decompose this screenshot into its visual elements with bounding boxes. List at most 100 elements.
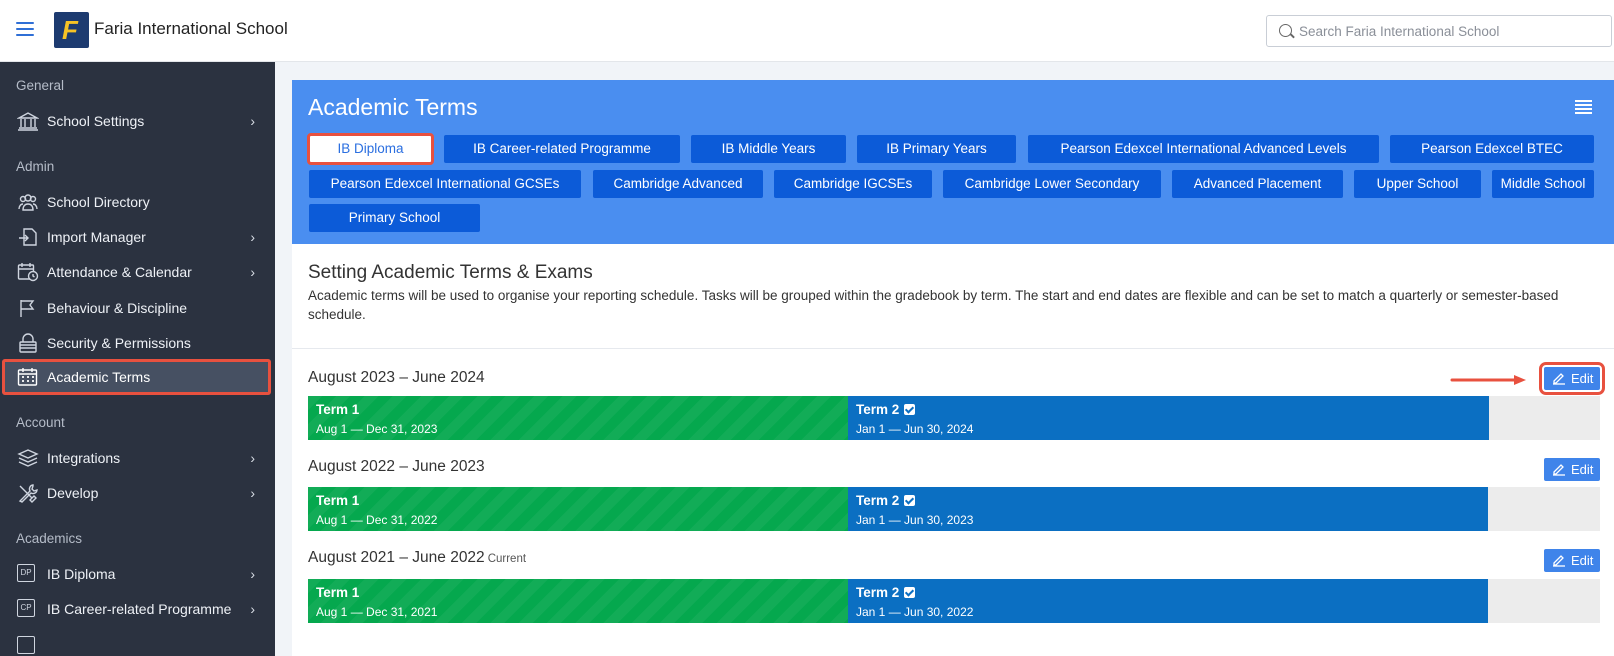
edit-button[interactable]: Edit [1544,549,1600,572]
term-dates: Jan 1 — Jun 30, 2023 [856,513,974,527]
sidebar-item-label: Security & Permissions [47,335,191,351]
pencil-icon [1553,464,1565,476]
sidebar-item-security-permissions[interactable]: Security & Permissions [0,325,275,361]
menu-lines-icon[interactable] [1575,100,1592,114]
programme-tab-upper-school[interactable]: Upper School [1354,170,1481,198]
sidebar-item-attendance-calendar[interactable]: Attendance & Calendar › [0,254,275,290]
year-title: August 2023 – June 2024 [308,369,485,386]
lock-icon [17,333,39,353]
term-block[interactable]: Term 1 Aug 1 — Dec 31, 2022 [308,487,848,531]
chevron-right-icon: › [250,601,255,617]
sidebar-item-academic-terms[interactable]: Academic Terms [2,359,271,395]
divider [292,348,1614,349]
chevron-right-icon: › [250,450,255,466]
current-label: Current [487,553,527,565]
programme-tab-primary-school[interactable]: Primary School [309,204,480,232]
sidebar-item-label: IB Diploma [47,566,116,582]
sidebar-item-school-settings[interactable]: School Settings › [0,103,275,139]
programme-tab-ib-pyp[interactable]: IB Primary Years [857,135,1016,163]
term-block[interactable]: Term 1 Aug 1 — Dec 31, 2021 [308,579,848,623]
sidebar-item-partial[interactable] [0,628,275,656]
bank-icon [16,111,40,131]
import-icon [17,227,39,247]
edit-button[interactable]: Edit [1544,458,1600,481]
sidebar-section-account: Account [16,415,65,430]
chevron-right-icon: › [250,566,255,582]
sidebar-section-admin: Admin [16,159,55,174]
sidebar-item-label: Attendance & Calendar [47,264,192,280]
term-name: Term 1 [316,585,360,600]
sidebar-section-academics: Academics [16,531,83,546]
term-block[interactable]: Term 1 Aug 1 — Dec 31, 2023 [308,396,848,440]
tools-icon [17,483,39,503]
people-icon [17,192,39,212]
annotation-arrow-icon [1450,375,1526,385]
calendar-clock-icon [17,262,39,282]
term-block[interactable]: Term 2 Jan 1 — Jun 30, 2024 [848,396,1489,440]
sidebar-item-school-directory[interactable]: School Directory [0,184,275,220]
school-logo: F [54,12,89,48]
check-icon [904,587,916,598]
doc-icon [17,636,39,656]
programme-tab-ib-myp[interactable]: IB Middle Years [691,135,846,163]
page-title: Academic Terms [308,94,478,120]
dp-icon: DP [17,564,39,584]
sidebar-item-label: School Directory [47,194,150,210]
sidebar-item-label: Import Manager [47,229,146,245]
check-icon [904,495,916,506]
cp-badge: CP [17,599,35,617]
term-dates: Jan 1 — Jun 30, 2024 [856,422,974,436]
chevron-right-icon: › [250,113,255,129]
sidebar-item-label: School Settings [47,113,145,129]
sidebar-item-develop[interactable]: Develop › [0,475,275,511]
layers-icon [17,448,39,468]
search-box[interactable] [1266,15,1612,47]
year-title: August 2021 – June 2022 Current [308,549,527,566]
term-dates: Jan 1 — Jun 30, 2022 [856,605,974,619]
sidebar-item-integrations[interactable]: Integrations › [0,440,275,476]
chevron-right-icon: › [250,229,255,245]
card-header: Academic Terms IB Diploma IB Career-rela… [292,80,1614,244]
term-name: Term 2 [856,493,916,508]
check-icon [904,404,916,415]
programme-tab-middle-school[interactable]: Middle School [1492,170,1594,198]
programme-tab-cambridge-lower-secondary[interactable]: Cambridge Lower Secondary [943,170,1161,198]
sidebar-item-ib-diploma[interactable]: DP IB Diploma › [0,556,275,592]
search-icon [1279,24,1292,37]
term-name: Term 1 [316,402,360,417]
term-block[interactable]: Term 2 Jan 1 — Jun 30, 2023 [848,487,1488,531]
sidebar-section-general: General [16,78,65,93]
edit-button[interactable]: Edit [1539,362,1605,395]
sidebar-item-import-manager[interactable]: Import Manager › [0,219,275,255]
programme-tab-ib-diploma[interactable]: IB Diploma [307,133,434,165]
dp-badge: DP [17,564,35,582]
term-dates: Aug 1 — Dec 31, 2022 [316,513,438,527]
sidebar-item-label: IB Career-related Programme [47,601,232,617]
term-name: Term 1 [316,493,360,508]
term-block[interactable]: Term 2 Jan 1 — Jun 30, 2022 [848,579,1488,623]
sidebar-item-label: Develop [47,485,99,501]
term-dates: Aug 1 — Dec 31, 2023 [316,422,438,436]
calendar-icon [17,367,39,387]
year-title: August 2022 – June 2023 [308,458,485,475]
programme-tab-ib-cp[interactable]: IB Career-related Programme [444,135,680,163]
programme-tab-pearson-ial[interactable]: Pearson Edexcel International Advanced L… [1028,135,1379,163]
programme-tab-pearson-btec[interactable]: Pearson Edexcel BTEC [1390,135,1594,163]
sidebar-item-label: Behaviour & Discipline [47,300,188,316]
sidebar-item-ib-career-related[interactable]: CP IB Career-related Programme › [0,591,275,627]
flag-icon [17,298,39,318]
programme-tab-pearson-igcse[interactable]: Pearson Edexcel International GCSEs [309,170,581,198]
academic-terms-card: Academic Terms IB Diploma IB Career-rela… [292,80,1614,656]
programme-tab-cambridge-advanced[interactable]: Cambridge Advanced [593,170,763,198]
programme-tab-advanced-placement[interactable]: Advanced Placement [1172,170,1343,198]
hamburger-menu-icon[interactable] [16,22,34,36]
chevron-right-icon: › [250,264,255,280]
search-input[interactable] [1299,20,1599,42]
top-bar: F Faria International School [0,0,1614,62]
sidebar-item-behaviour-discipline[interactable]: Behaviour & Discipline [0,290,275,326]
term-track: Term 1 Aug 1 — Dec 31, 2023 Term 2 Jan 1… [308,396,1600,440]
programme-tab-cambridge-igcse[interactable]: Cambridge IGCSEs [774,170,932,198]
pencil-icon [1553,555,1565,567]
section-title: Setting Academic Terms & Exams [308,262,593,283]
sidebar: General School Settings › Admin School D… [0,62,275,656]
